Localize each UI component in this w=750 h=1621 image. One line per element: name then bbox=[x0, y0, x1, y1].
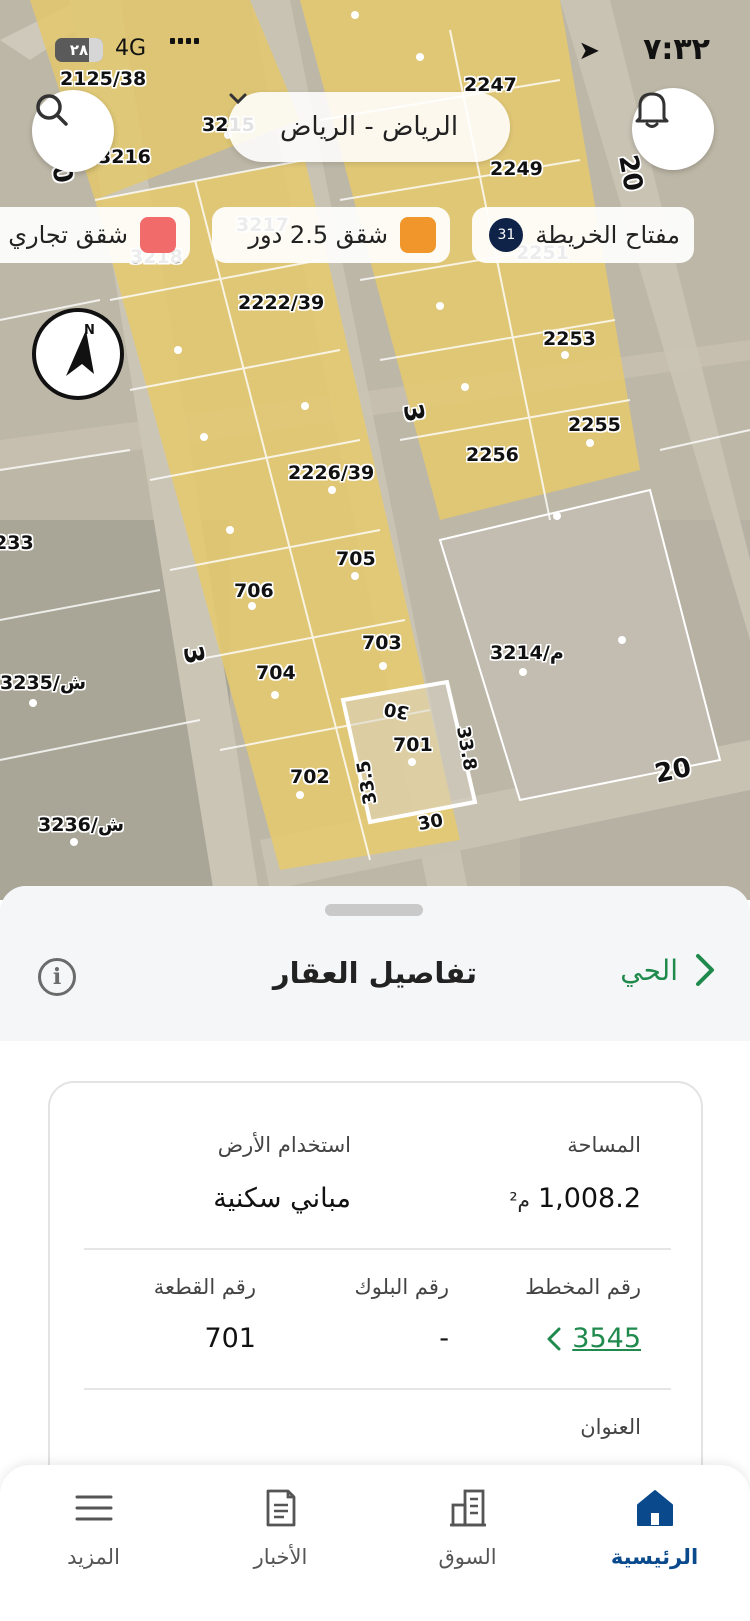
menu-icon bbox=[75, 1495, 113, 1521]
parcel-label[interactable]: 704 bbox=[256, 662, 296, 684]
sheet-header: i تفاصيل العقار الحي bbox=[0, 886, 750, 1041]
parcel-label[interactable]: 701 bbox=[393, 734, 433, 756]
block-number-value: - bbox=[439, 1323, 449, 1354]
area-value-group: م² 1,008.2 bbox=[510, 1183, 641, 1214]
compass-north-letter: N bbox=[84, 323, 95, 338]
parcel-label[interactable]: 2125/38 bbox=[60, 68, 146, 90]
compass-button[interactable]: N bbox=[32, 308, 124, 400]
parcel-label[interactable]: 3214/م bbox=[490, 642, 564, 664]
city-selector[interactable]: الرياض - الرياض bbox=[228, 92, 510, 162]
parcel-label[interactable]: 2222/39 bbox=[238, 292, 324, 314]
parcel-label[interactable]: 702 bbox=[290, 766, 330, 788]
chevron-left-icon bbox=[547, 1327, 561, 1350]
nav-more[interactable]: المزيد bbox=[0, 1465, 187, 1585]
map-view[interactable]: 2125/38 3215 3216 2247 2249 3217 3218 22… bbox=[0, 0, 750, 900]
district-link[interactable]: الحي bbox=[620, 952, 716, 988]
parcel-label[interactable]: 703 bbox=[362, 632, 402, 654]
drag-handle[interactable] bbox=[325, 904, 423, 916]
parcel-label[interactable]: 3236/ش bbox=[38, 814, 124, 836]
bell-icon bbox=[635, 92, 669, 128]
plot-number-value: 701 bbox=[204, 1323, 256, 1354]
parcel-label[interactable]: 233 bbox=[0, 532, 34, 554]
signal-icon bbox=[170, 38, 199, 44]
chevron-down-icon bbox=[229, 93, 247, 105]
address-label: العنوان bbox=[580, 1415, 641, 1439]
parcel-label[interactable]: 2256 bbox=[466, 444, 519, 466]
parcel-label[interactable]: 2253 bbox=[543, 328, 596, 350]
parcel-label[interactable]: 2249 bbox=[490, 158, 543, 180]
bottom-navigation: المزيد الأخبار السوق الرئيسية bbox=[0, 1465, 750, 1621]
divider bbox=[84, 1248, 671, 1250]
commercial-filter-label: شقق تجاري bbox=[8, 221, 128, 249]
nav-home-label: الرئيسية bbox=[610, 1545, 699, 1569]
city-name: الرياض - الرياض bbox=[279, 112, 459, 142]
plot-number-label: رقم القطعة bbox=[153, 1275, 256, 1299]
plan-number-link[interactable]: 3545 bbox=[546, 1323, 641, 1354]
commercial-color-swatch bbox=[140, 217, 176, 253]
nav-home[interactable]: الرئيسية bbox=[561, 1465, 748, 1585]
buildings-icon bbox=[450, 1489, 486, 1527]
plan-number-label: رقم المخطط bbox=[525, 1275, 641, 1299]
network-type: 4G bbox=[115, 36, 147, 61]
street-label: 20 bbox=[612, 152, 649, 194]
search-icon bbox=[36, 94, 68, 126]
divider bbox=[84, 1388, 671, 1390]
dimension-label: 30 bbox=[416, 809, 445, 836]
area-unit: م² bbox=[509, 1188, 530, 1212]
status-time: ٧:٣٢ bbox=[643, 32, 710, 67]
map-key-label: مفتاح الخريطة bbox=[535, 221, 680, 249]
news-icon bbox=[266, 1489, 296, 1527]
parcel-label[interactable]: 705 bbox=[336, 548, 376, 570]
parcel-label[interactable]: 2226/39 bbox=[288, 462, 374, 484]
plan-number-value[interactable]: 3545 bbox=[572, 1323, 641, 1354]
location-arrow-icon: ➤ bbox=[578, 36, 600, 66]
nav-news-label: الأخبار bbox=[253, 1545, 308, 1569]
area-value: 1,008.2 bbox=[537, 1183, 641, 1214]
home-icon bbox=[637, 1490, 673, 1526]
dimension-label: 30 bbox=[382, 697, 411, 724]
residential-color-swatch bbox=[400, 217, 436, 253]
map-key-count: 31 bbox=[489, 218, 524, 252]
land-use-label: استخدام الأرض bbox=[217, 1133, 351, 1157]
area-label: المساحة bbox=[567, 1133, 641, 1157]
land-use-value: مباني سكنية bbox=[213, 1183, 351, 1214]
nav-more-label: المزيد bbox=[67, 1545, 120, 1569]
parcel-label[interactable]: 3235/ش bbox=[0, 672, 86, 694]
compass-icon: N bbox=[66, 323, 95, 376]
map-key-chip[interactable]: مفتاح الخريطة 31 bbox=[472, 207, 694, 263]
parcel-label[interactable]: 2255 bbox=[568, 414, 621, 436]
search-button[interactable] bbox=[32, 90, 114, 172]
parcel-label[interactable]: 706 bbox=[234, 580, 274, 602]
nav-market[interactable]: السوق bbox=[374, 1465, 561, 1585]
residential-filter-label: شقق 2.5 دور bbox=[248, 221, 388, 249]
block-number-label: رقم البلوك bbox=[354, 1275, 449, 1299]
nav-market-label: السوق bbox=[438, 1545, 497, 1569]
battery-indicator: ٢٨ bbox=[55, 38, 103, 62]
chevron-right-icon bbox=[696, 954, 714, 986]
commercial-filter-chip[interactable]: شقق تجاري bbox=[0, 207, 190, 263]
nav-news[interactable]: الأخبار bbox=[187, 1465, 374, 1585]
district-link-label: الحي bbox=[620, 953, 678, 987]
residential-filter-chip[interactable]: شقق 2.5 دور bbox=[212, 207, 450, 263]
notifications-button[interactable] bbox=[632, 88, 714, 170]
status-bar: ٢٨ 4G ➤ ٧:٣٢ bbox=[0, 30, 750, 70]
